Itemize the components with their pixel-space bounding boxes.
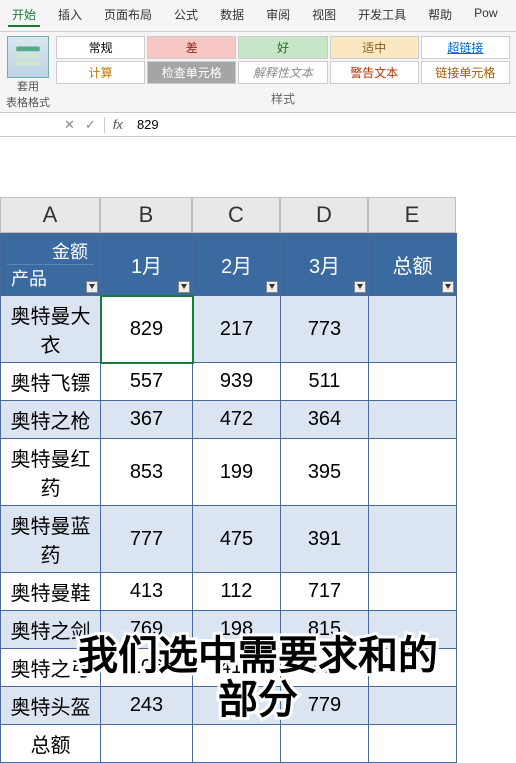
ribbon-tabs: 开始插入页面布局公式数据审阅视图开发工具帮助 Pow xyxy=(0,0,516,32)
ribbon-tab[interactable]: 公式 xyxy=(170,4,202,27)
product-cell[interactable]: 奥特曼鞋 xyxy=(1,573,101,611)
header-total[interactable]: 总额 xyxy=(369,234,457,296)
data-cell[interactable] xyxy=(369,573,457,611)
style-hyperlink[interactable]: 超链接 xyxy=(421,36,510,59)
formula-bar: ✕ ✓ fx 829 xyxy=(0,113,516,137)
data-cell[interactable]: 717 xyxy=(281,573,369,611)
header-month-1[interactable]: 1月 xyxy=(101,234,193,296)
style-neutral[interactable]: 适中 xyxy=(330,36,419,59)
enter-icon[interactable]: ✓ xyxy=(85,117,96,133)
data-cell[interactable]: 413 xyxy=(101,573,193,611)
style-linkcell[interactable]: 链接单元格 xyxy=(421,61,510,84)
style-bad[interactable]: 差 xyxy=(147,36,236,59)
style-good[interactable]: 好 xyxy=(238,36,327,59)
ribbon-tab[interactable]: 插入 xyxy=(54,4,86,27)
data-cell[interactable] xyxy=(369,296,457,363)
data-cell[interactable]: 395 xyxy=(281,439,369,506)
data-cell[interactable]: 391 xyxy=(281,506,369,573)
table-row: 奥特曼蓝药777475391 xyxy=(1,506,457,573)
video-caption: 我们选中需要求和的部分 xyxy=(0,634,516,722)
style-explain[interactable]: 解释性文本 xyxy=(238,61,327,84)
column-headers: ABCDE xyxy=(0,197,516,233)
ribbon-tab[interactable]: 开发工具 xyxy=(354,4,410,27)
data-cell[interactable]: 217 xyxy=(193,296,281,363)
ribbon-tab[interactable]: 帮助 xyxy=(424,4,456,27)
styles-group-label: 样式 xyxy=(56,84,510,109)
data-cell[interactable]: 364 xyxy=(281,401,369,439)
cell-styles-group: 常规 差 好 适中 超链接 计算 检查单元格 解释性文本 警告文本 链接单元格 … xyxy=(56,36,510,109)
corner-top-label: 金额 xyxy=(7,238,94,265)
product-cell[interactable]: 奥特曼大衣 xyxy=(1,296,101,363)
column-header[interactable]: A xyxy=(0,197,100,233)
fx-label[interactable]: fx xyxy=(105,117,131,132)
product-cell[interactable]: 奥特飞镖 xyxy=(1,363,101,401)
data-cell[interactable] xyxy=(369,506,457,573)
filter-icon[interactable] xyxy=(86,281,98,293)
data-cell[interactable] xyxy=(281,725,369,763)
data-cell[interactable]: 511 xyxy=(281,363,369,401)
header-month-3[interactable]: 3月 xyxy=(281,234,369,296)
ribbon-tab[interactable]: 视图 xyxy=(308,4,340,27)
table-row: 奥特曼红药853199395 xyxy=(1,439,457,506)
formula-value[interactable]: 829 xyxy=(131,117,159,132)
column-header[interactable]: B xyxy=(100,197,192,233)
data-cell[interactable]: 777 xyxy=(101,506,193,573)
data-cell[interactable] xyxy=(369,725,457,763)
style-normal[interactable]: 常规 xyxy=(56,36,145,59)
filter-icon[interactable] xyxy=(266,281,278,293)
ribbon-tab[interactable]: 数据 xyxy=(216,4,248,27)
column-header[interactable]: D xyxy=(280,197,368,233)
ribbon-tab[interactable]: 审阅 xyxy=(262,4,294,27)
data-cell[interactable]: 853 xyxy=(101,439,193,506)
filter-icon[interactable] xyxy=(442,281,454,293)
table-row: 总额 xyxy=(1,725,457,763)
data-cell[interactable]: 475 xyxy=(193,506,281,573)
ribbon-tab[interactable]: Pow xyxy=(470,4,501,27)
header-month-2[interactable]: 2月 xyxy=(193,234,281,296)
data-cell[interactable] xyxy=(369,401,457,439)
ribbon-tab[interactable]: 开始 xyxy=(8,4,40,27)
data-cell[interactable] xyxy=(193,725,281,763)
filter-icon[interactable] xyxy=(354,281,366,293)
format-as-table-group: 套用 表格格式 xyxy=(6,36,50,110)
product-cell[interactable]: 总额 xyxy=(1,725,101,763)
corner-header[interactable]: 金额 产品 xyxy=(1,234,101,296)
data-cell[interactable]: 939 xyxy=(193,363,281,401)
column-header[interactable]: C xyxy=(192,197,280,233)
ribbon-tab[interactable]: 页面布局 xyxy=(100,4,156,27)
data-cell[interactable] xyxy=(101,725,193,763)
column-header[interactable]: E xyxy=(368,197,456,233)
corner-bottom-label: 产品 xyxy=(11,269,47,289)
table-row: 奥特曼鞋413112717 xyxy=(1,573,457,611)
style-warn[interactable]: 警告文本 xyxy=(330,61,419,84)
format-as-table-button[interactable] xyxy=(7,36,49,78)
table-row: 奥特之枪367472364 xyxy=(1,401,457,439)
style-check[interactable]: 检查单元格 xyxy=(147,61,236,84)
ribbon-body: 套用 表格格式 常规 差 好 适中 超链接 计算 检查单元格 解释性文本 警告文… xyxy=(0,32,516,113)
product-cell[interactable]: 奥特之枪 xyxy=(1,401,101,439)
data-cell[interactable] xyxy=(369,363,457,401)
data-cell[interactable]: 472 xyxy=(193,401,281,439)
format-as-table-label: 套用 表格格式 xyxy=(6,78,50,110)
style-calc[interactable]: 计算 xyxy=(56,61,145,84)
cancel-icon[interactable]: ✕ xyxy=(64,117,75,133)
filter-icon[interactable] xyxy=(178,281,190,293)
product-cell[interactable]: 奥特曼红药 xyxy=(1,439,101,506)
table-row: 奥特曼大衣829217773 xyxy=(1,296,457,363)
data-cell[interactable]: 829 xyxy=(101,296,193,363)
product-cell[interactable]: 奥特曼蓝药 xyxy=(1,506,101,573)
data-cell[interactable]: 112 xyxy=(193,573,281,611)
data-cell[interactable] xyxy=(369,439,457,506)
data-cell[interactable]: 773 xyxy=(281,296,369,363)
data-cell[interactable]: 557 xyxy=(101,363,193,401)
data-cell[interactable]: 367 xyxy=(101,401,193,439)
data-cell[interactable]: 199 xyxy=(193,439,281,506)
table-row: 奥特飞镖557939511 xyxy=(1,363,457,401)
